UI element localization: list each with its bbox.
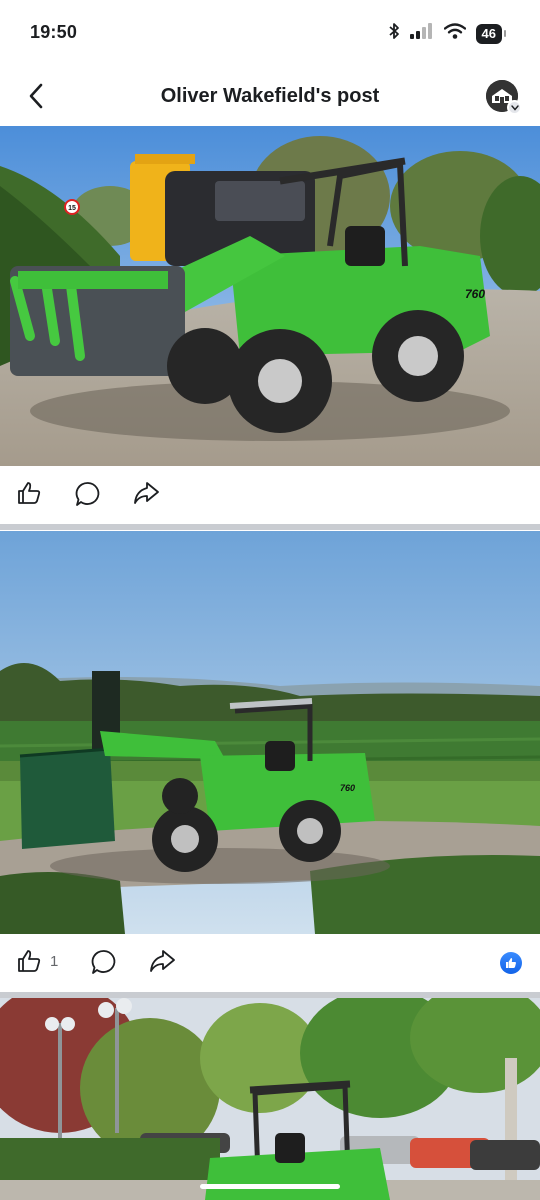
post-photo-1[interactable]: 15 760 [0, 126, 540, 466]
like-count: 1 [50, 952, 59, 970]
header: Oliver Wakefield's post [0, 66, 540, 126]
page-title: Oliver Wakefield's post [160, 85, 380, 107]
comment-button[interactable] [74, 480, 102, 508]
like-button[interactable] [16, 480, 42, 506]
share-icon [150, 950, 175, 972]
share-button[interactable] [148, 948, 176, 974]
chevron-down-icon[interactable] [507, 100, 522, 115]
machine-model-text-2: 760 [340, 783, 355, 793]
post-actions-1 [0, 466, 540, 524]
thumbs-up-icon [18, 950, 41, 972]
signal-icon [409, 23, 434, 44]
status-icons: 46 [388, 22, 507, 45]
post-actions-2: 1 [0, 934, 540, 992]
status-time: 19:50 [30, 22, 78, 42]
status-bar: 19:50 46 [0, 0, 540, 66]
battery-indicator: 46 [475, 23, 507, 44]
comment-button[interactable] [90, 948, 118, 976]
comment-icon [75, 482, 100, 506]
share-button[interactable] [132, 480, 160, 506]
wifi-icon [443, 23, 466, 44]
bluetooth-icon [388, 22, 400, 45]
home-indicator[interactable] [200, 1184, 340, 1189]
like-button[interactable]: 1 [16, 948, 58, 974]
post-photo-2[interactable]: 760 [0, 531, 540, 934]
speed-sign-text: 15 [68, 205, 76, 212]
share-icon [134, 482, 159, 504]
comment-icon [91, 950, 116, 974]
post-divider [0, 524, 540, 530]
post-photo-3[interactable] [0, 998, 540, 1200]
thumbs-up-icon [18, 482, 41, 504]
machine-model-text: 760 [465, 287, 485, 301]
like-reaction-icon[interactable] [500, 952, 522, 974]
